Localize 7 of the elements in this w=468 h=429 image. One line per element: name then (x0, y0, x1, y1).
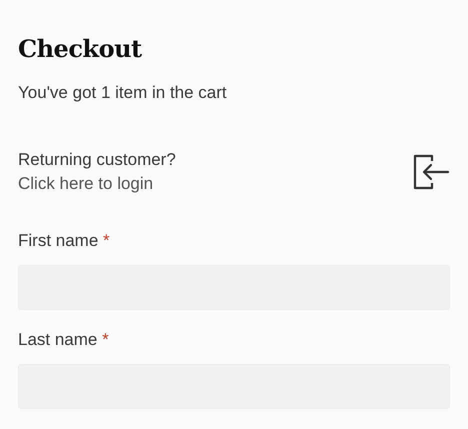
returning-customer-text: Returning customer? (18, 149, 176, 171)
cart-summary: You've got 1 item in the cart (18, 82, 228, 104)
page-title: Checkout (18, 33, 143, 65)
field-label: First name * (18, 230, 110, 252)
login-icon[interactable] (412, 153, 450, 191)
login-link[interactable]: Click here to login (18, 172, 154, 196)
field-label: Last name * (18, 329, 109, 351)
